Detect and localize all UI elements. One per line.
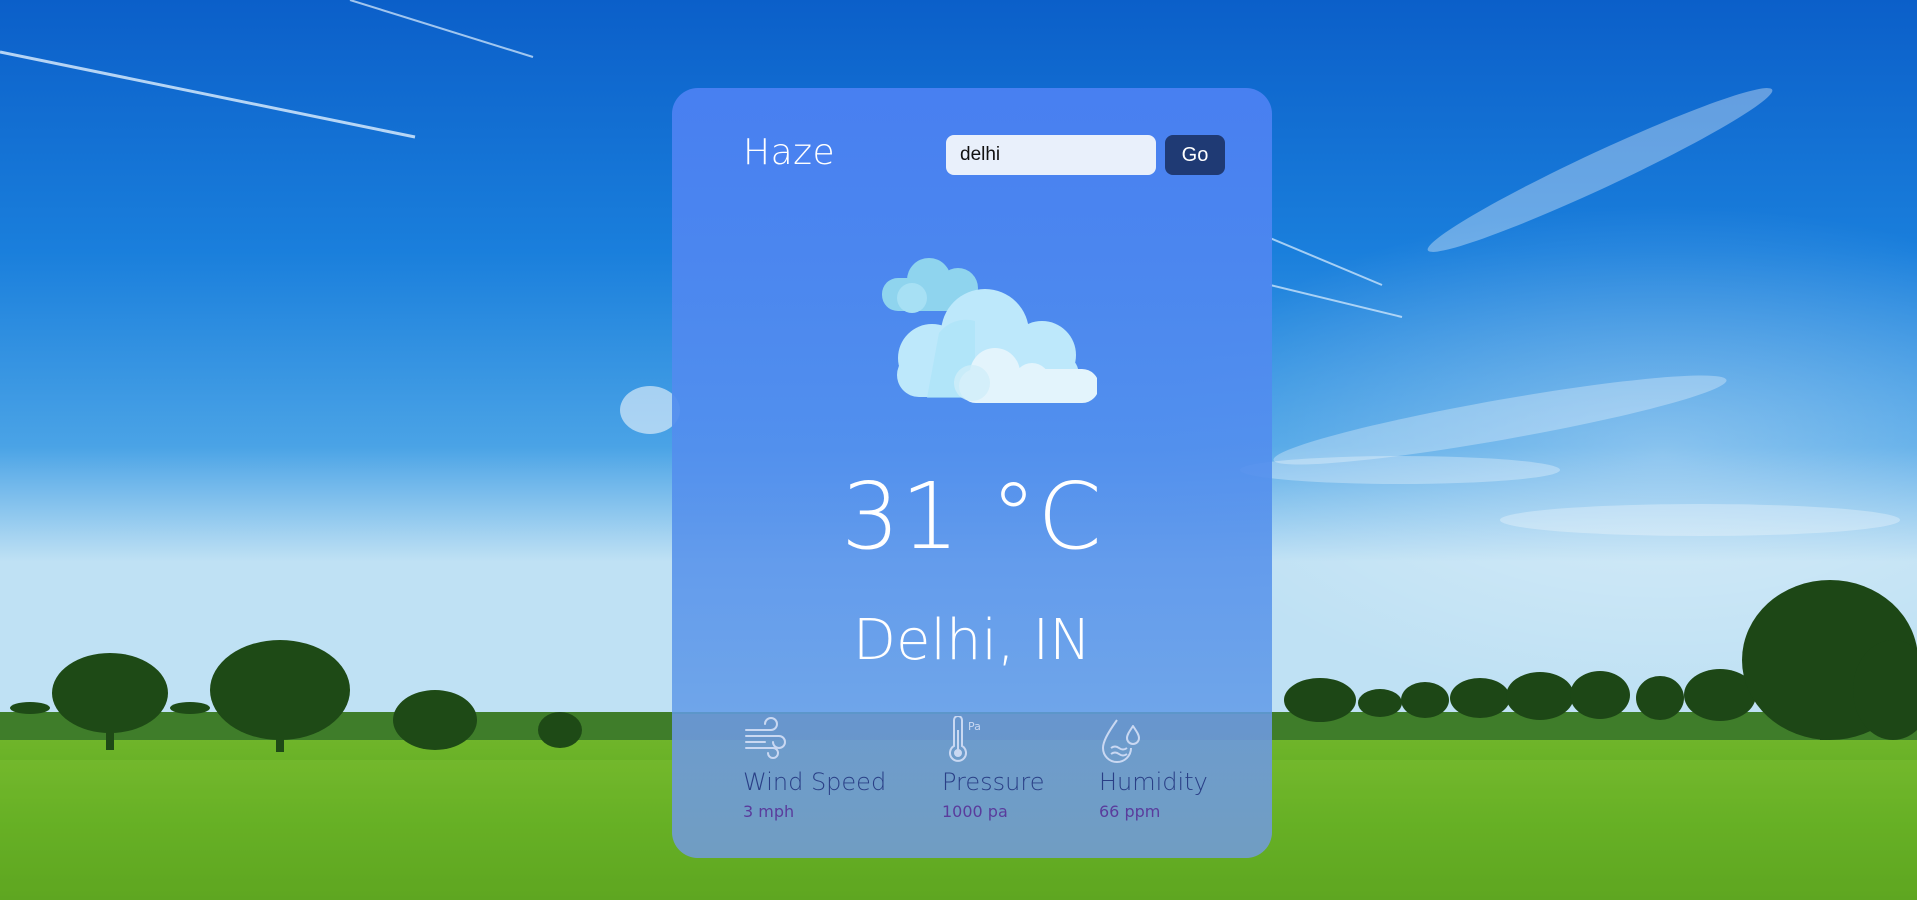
wind-label: Wind Speed xyxy=(743,768,887,796)
humidity-label: Humidity xyxy=(1099,768,1208,796)
stat-pressure: Pa Pressure 1000 pa xyxy=(942,716,1044,821)
svg-text:Pa: Pa xyxy=(968,720,981,733)
wind-icon xyxy=(745,717,786,759)
humidity-drops-icon xyxy=(1102,719,1140,763)
location-name: Delhi, IN xyxy=(852,608,1092,673)
stat-humidity: Humidity 66 ppm xyxy=(1099,716,1208,821)
temperature: 31 °C xyxy=(841,463,1103,570)
pressure-value: 1000 pa xyxy=(942,802,1008,821)
pressure-label: Pressure xyxy=(942,768,1045,796)
city-search-input[interactable] xyxy=(946,135,1156,175)
humidity-value: 66 ppm xyxy=(1099,802,1161,821)
wind-value: 3 mph xyxy=(743,802,795,821)
thermometer-pressure-icon: Pa xyxy=(949,716,981,762)
weather-card: Haze Go 31 °C Delhi, IN xyxy=(672,88,1272,858)
cloudy-icon xyxy=(882,258,1097,403)
weather-condition: Haze xyxy=(743,132,836,173)
go-button[interactable]: Go xyxy=(1165,135,1225,175)
stat-wind: Wind Speed 3 mph xyxy=(743,716,886,821)
